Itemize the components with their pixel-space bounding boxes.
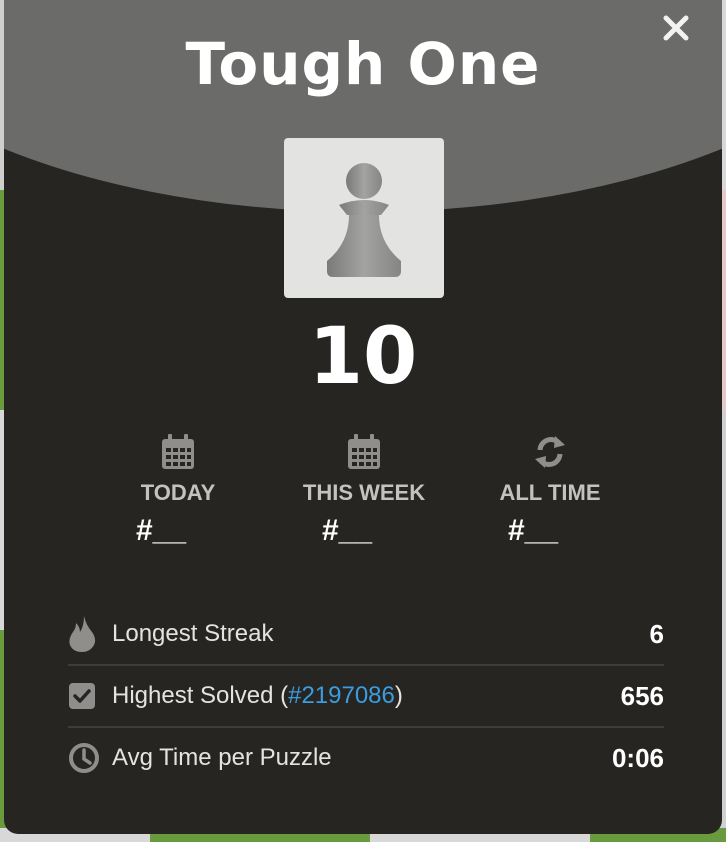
puzzle-result-modal: Tough One 10 TODAY #__ THIS WEEK #__ ALL… bbox=[4, 0, 722, 834]
checkbox-icon bbox=[69, 683, 95, 709]
highest-solved-suffix: ) bbox=[394, 682, 403, 709]
rank-all-time-label: ALL TIME bbox=[499, 480, 601, 505]
flame-icon bbox=[69, 616, 96, 652]
pawn-icon bbox=[327, 163, 401, 277]
stat-row-highest-solved: Highest Solved (#2197086) 656 bbox=[68, 664, 664, 726]
avg-time-label: Avg Time per Puzzle bbox=[112, 744, 332, 771]
calendar-icon bbox=[348, 434, 380, 469]
rank-this-week-label: THIS WEEK bbox=[302, 480, 426, 505]
puzzle-link[interactable]: #2197086 bbox=[288, 682, 395, 709]
highest-solved-prefix: Highest Solved ( bbox=[112, 682, 289, 709]
avatar bbox=[284, 138, 444, 298]
rank-this-week: THIS WEEK #__ bbox=[274, 432, 454, 548]
highest-solved-value: 656 bbox=[620, 680, 664, 711]
avg-time-value: 0:06 bbox=[611, 742, 664, 773]
longest-streak-label: Longest Streak bbox=[112, 620, 274, 647]
stat-row-longest-streak: Longest Streak 6 bbox=[68, 604, 664, 664]
longest-streak-value: 6 bbox=[649, 618, 664, 649]
rank-all-time: ALL TIME #__ bbox=[460, 432, 640, 548]
modal-title: Tough One bbox=[185, 30, 541, 98]
highest-solved-label: Highest Solved (#2197086) bbox=[112, 682, 621, 710]
rank-this-week-value: #__ bbox=[322, 514, 373, 547]
rank-today: TODAY #__ bbox=[88, 432, 268, 548]
refresh-icon bbox=[535, 436, 565, 468]
puzzle-score: 10 bbox=[308, 312, 418, 402]
clock-icon bbox=[69, 743, 99, 773]
rank-today-value: #__ bbox=[136, 514, 187, 547]
stats-list: Longest Streak 6 Highest Solved (#219708… bbox=[68, 604, 664, 788]
rank-all-time-value: #__ bbox=[508, 514, 559, 547]
stat-row-avg-time: Avg Time per Puzzle 0:06 bbox=[68, 726, 664, 788]
calendar-icon bbox=[162, 434, 194, 469]
rank-today-label: TODAY bbox=[140, 480, 216, 505]
